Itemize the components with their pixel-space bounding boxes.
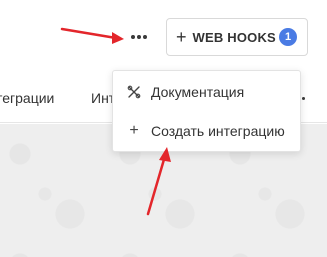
top-header: + WEB HOOKS 1	[0, 0, 327, 73]
more-options-dropdown: Документация + Создать интеграцию	[112, 70, 301, 152]
tab-integrations[interactable]: теграции	[0, 90, 54, 106]
menu-item-label: Документация	[151, 84, 245, 100]
more-dot	[143, 35, 147, 39]
menu-item-create-integration[interactable]: + Создать интеграцию	[113, 111, 300, 151]
web-hooks-count-badge: 1	[279, 28, 297, 46]
tools-icon	[127, 85, 141, 99]
more-dot	[302, 97, 305, 100]
web-hooks-button[interactable]: + WEB HOOKS 1	[166, 18, 308, 56]
plus-icon: +	[129, 122, 139, 139]
menu-item-documentation[interactable]: Документация	[113, 72, 300, 112]
more-dot	[137, 35, 141, 39]
more-options-button[interactable]	[124, 22, 154, 52]
more-dot	[131, 35, 135, 39]
plus-icon: +	[176, 27, 187, 47]
menu-item-label: Создать интеграцию	[151, 123, 285, 139]
web-hooks-label: WEB HOOKS	[192, 29, 276, 45]
